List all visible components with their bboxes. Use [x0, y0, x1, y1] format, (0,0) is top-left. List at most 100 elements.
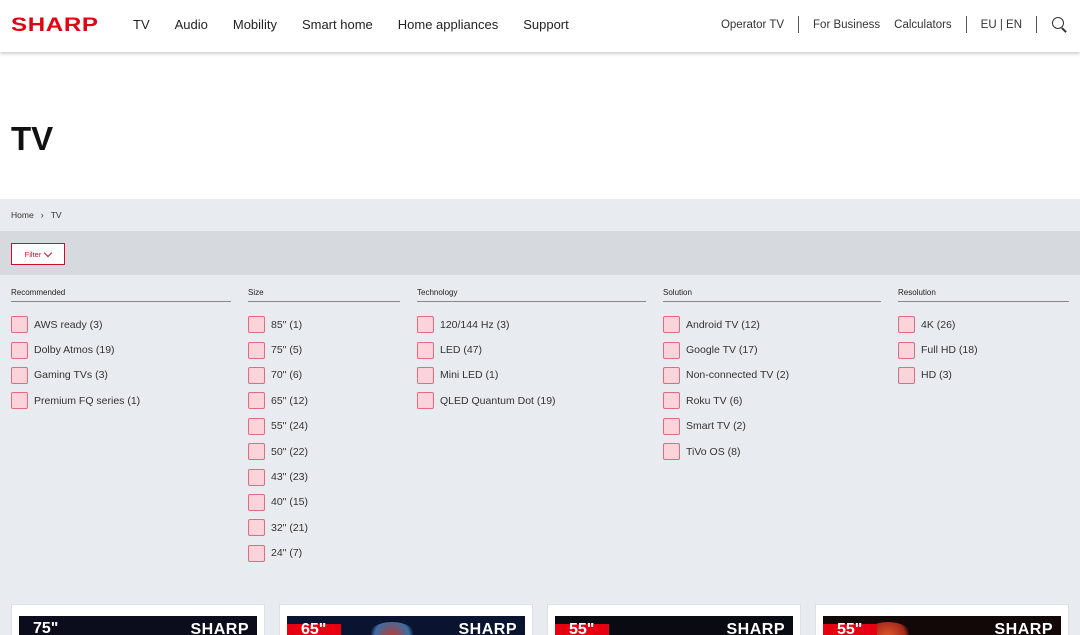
filter-group-title: Size [248, 288, 400, 302]
filter-option-label: QLED Quantum Dot (19) [440, 394, 556, 407]
nav-home-appliances[interactable]: Home appliances [398, 17, 498, 32]
site-header: SHARP TV Audio Mobility Smart home Home … [0, 0, 1080, 52]
checkbox[interactable] [248, 316, 265, 334]
filter-option-label: Non-connected TV (2) [686, 369, 790, 382]
checkbox[interactable] [417, 392, 434, 410]
filter-option-size-75[interactable]: 75" (5) [248, 337, 400, 362]
checkbox[interactable] [248, 519, 265, 537]
filter-option-4k[interactable]: 4K (26) [898, 312, 1069, 337]
checkbox[interactable] [248, 493, 265, 511]
filter-group-title: Technology [417, 288, 646, 302]
filter-option-label: Smart TV (2) [686, 420, 746, 433]
checkbox[interactable] [248, 544, 265, 562]
breadcrumb-home[interactable]: Home [11, 210, 34, 220]
filter-option-label: LED (47) [440, 344, 483, 357]
breadcrumb-current: TV [50, 210, 62, 220]
product-image: 55" SHARP [823, 616, 1061, 635]
nav-support[interactable]: Support [523, 17, 569, 32]
filter-option-120-144hz[interactable]: 120/144 Hz (3) [417, 312, 646, 337]
filter-option-non-connected-tv[interactable]: Non-connected TV (2) [663, 363, 881, 388]
checkbox[interactable] [417, 316, 434, 334]
filter-option-label: 50" (22) [271, 445, 308, 458]
checkbox[interactable] [898, 341, 915, 359]
filter-option-aws-ready[interactable]: AWS ready (3) [11, 312, 231, 337]
filter-group-solution: Solution Android TV (12) Google TV (17) … [663, 288, 881, 464]
filter-option-led[interactable]: LED (47) [417, 337, 646, 362]
checkbox[interactable] [11, 341, 28, 359]
checkbox[interactable] [248, 392, 265, 410]
divider [965, 16, 967, 33]
title-band: TV [0, 52, 1080, 199]
product-card[interactable]: 75" SHARP [11, 604, 265, 635]
checkbox[interactable] [417, 366, 434, 384]
checkbox[interactable] [248, 443, 265, 461]
filter-button[interactable]: Filter [11, 243, 65, 265]
checkbox[interactable] [663, 417, 680, 435]
filter-option-roku-tv[interactable]: Roku TV (6) [663, 388, 881, 413]
checkbox[interactable] [248, 341, 265, 359]
checkbox[interactable] [248, 417, 265, 435]
divider [798, 16, 800, 33]
checkbox[interactable] [417, 341, 434, 359]
filter-option-size-85[interactable]: 85" (1) [248, 312, 400, 337]
checkbox[interactable] [898, 316, 915, 334]
checkbox[interactable] [663, 341, 680, 359]
filter-option-qled[interactable]: QLED Quantum Dot (19) [417, 388, 646, 413]
filter-option-hd[interactable]: HD (3) [898, 363, 1069, 388]
filter-option-size-32[interactable]: 32" (21) [248, 515, 400, 540]
filter-option-smart-tv[interactable]: Smart TV (2) [663, 414, 881, 439]
nav-audio[interactable]: Audio [175, 17, 208, 32]
filter-option-label: Full HD (18) [921, 344, 978, 357]
product-card[interactable]: 65" SHARP [279, 604, 533, 635]
product-card[interactable]: 55" SHARP [547, 604, 801, 635]
checkbox[interactable] [248, 366, 265, 384]
filter-option-dolby-atmos[interactable]: Dolby Atmos (19) [11, 337, 231, 362]
checkbox[interactable] [11, 366, 28, 384]
checkbox[interactable] [248, 468, 265, 486]
checkbox[interactable] [898, 366, 915, 384]
filter-option-android-tv[interactable]: Android TV (12) [663, 312, 881, 337]
checkbox[interactable] [663, 392, 680, 410]
filter-option-size-55[interactable]: 55" (24) [248, 414, 400, 439]
for-business-link[interactable]: For Business [813, 19, 880, 31]
filter-option-size-65[interactable]: 65" (12) [248, 388, 400, 413]
filter-option-google-tv[interactable]: Google TV (17) [663, 337, 881, 362]
filter-option-label: 85" (1) [271, 318, 303, 331]
checkbox[interactable] [663, 366, 680, 384]
checkbox[interactable] [11, 392, 28, 410]
filter-option-size-43[interactable]: 43" (23) [248, 464, 400, 489]
product-card[interactable]: 55" SHARP [815, 604, 1069, 635]
region-language-selector[interactable]: EU | EN [981, 19, 1022, 31]
breadcrumb: Home › TV [11, 210, 62, 220]
product-brand-label: SHARP [726, 621, 785, 635]
filter-button-label: Filter [24, 249, 42, 259]
filter-option-tivo-os[interactable]: TiVo OS (8) [663, 439, 881, 464]
filter-option-size-24[interactable]: 24" (7) [248, 541, 400, 566]
filter-group-title: Resolution [898, 288, 1069, 302]
nav-tv[interactable]: TV [133, 17, 150, 32]
filter-group-title: Solution [663, 288, 881, 302]
filter-option-label: 4K (26) [921, 318, 956, 331]
nav-smart-home[interactable]: Smart home [302, 17, 373, 32]
filter-option-label: TiVo OS (8) [686, 445, 741, 458]
nav-mobility[interactable]: Mobility [233, 17, 277, 32]
operator-tv-link[interactable]: Operator TV [721, 19, 784, 31]
checkbox[interactable] [663, 443, 680, 461]
filter-option-full-hd[interactable]: Full HD (18) [898, 337, 1069, 362]
sharp-logo[interactable]: SHARP [11, 15, 99, 37]
checkbox[interactable] [11, 316, 28, 334]
filter-option-label: Google TV (17) [686, 344, 758, 357]
filter-option-label: HD (3) [921, 369, 952, 382]
filter-option-size-70[interactable]: 70" (6) [248, 363, 400, 388]
checkbox[interactable] [663, 316, 680, 334]
filter-option-label: 55" (24) [271, 420, 308, 433]
product-image: 55" SHARP [555, 616, 793, 635]
calculators-link[interactable]: Calculators [894, 19, 952, 31]
filter-option-size-40[interactable]: 40" (15) [248, 490, 400, 515]
filter-option-gaming-tvs[interactable]: Gaming TVs (3) [11, 363, 231, 388]
filter-option-premium-fq[interactable]: Premium FQ series (1) [11, 388, 231, 413]
filter-option-mini-led[interactable]: Mini LED (1) [417, 363, 646, 388]
search-icon[interactable] [1051, 16, 1068, 33]
filter-option-label: Android TV (12) [686, 318, 760, 331]
filter-option-size-50[interactable]: 50" (22) [248, 439, 400, 464]
